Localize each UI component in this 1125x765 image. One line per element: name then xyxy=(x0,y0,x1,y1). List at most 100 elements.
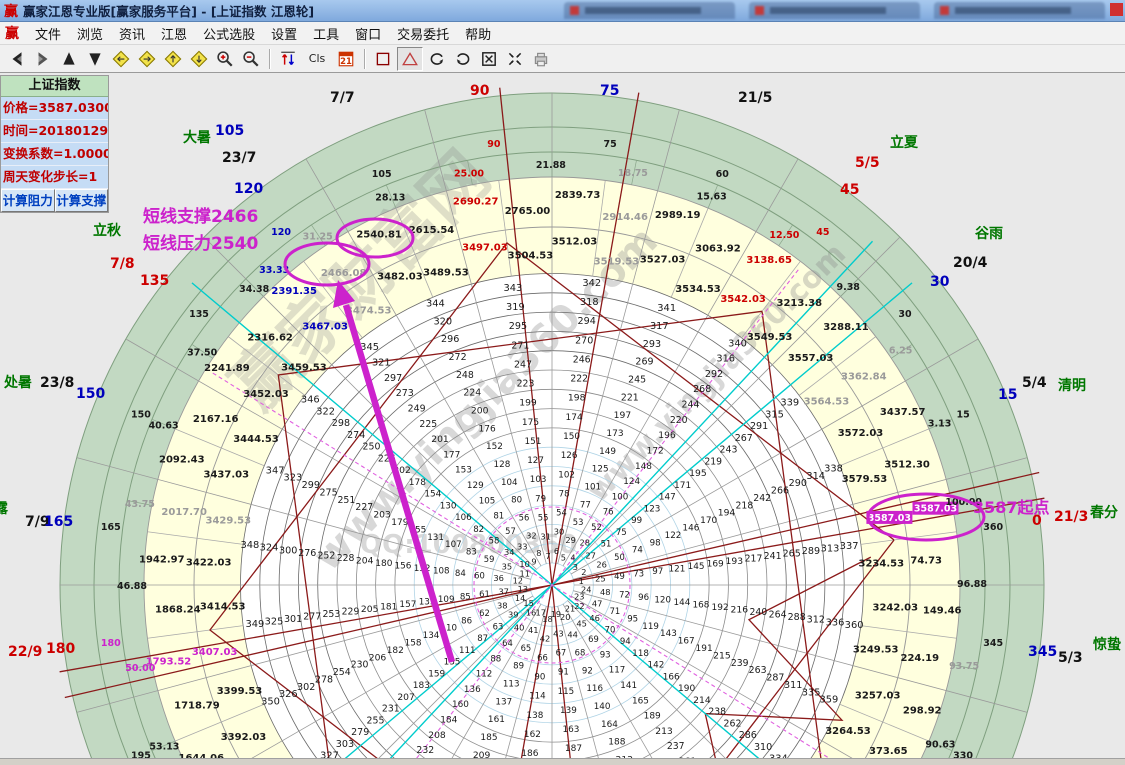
menu-item-9[interactable]: 帮助 xyxy=(457,26,499,45)
svg-text:343: 343 xyxy=(503,283,522,294)
svg-text:254: 254 xyxy=(333,667,351,678)
svg-text:152: 152 xyxy=(486,442,503,452)
horizontal-scrollbar[interactable] xyxy=(0,758,1125,765)
svg-text:298: 298 xyxy=(332,418,350,429)
svg-text:101: 101 xyxy=(585,482,602,492)
svg-text:18.75: 18.75 xyxy=(618,168,648,179)
svg-text:154: 154 xyxy=(424,490,441,500)
zoom-in-button[interactable] xyxy=(213,48,237,70)
panel-field-1: 时间=20180129 xyxy=(1,120,108,143)
svg-text:37.50: 37.50 xyxy=(187,348,217,359)
svg-text:15: 15 xyxy=(956,410,969,421)
draw-square-button[interactable] xyxy=(371,48,395,70)
rotate-ccw-icon xyxy=(454,50,472,68)
svg-text:75: 75 xyxy=(616,528,627,538)
triangle-down-button[interactable] xyxy=(83,48,107,70)
svg-text:10: 10 xyxy=(519,559,529,569)
svg-text:27: 27 xyxy=(585,550,596,560)
svg-text:341: 341 xyxy=(657,303,676,314)
svg-text:123: 123 xyxy=(644,504,661,514)
box-select-button[interactable] xyxy=(477,48,501,70)
calc-resistance-button[interactable]: 计算阻力 xyxy=(1,189,55,212)
svg-text:113: 113 xyxy=(503,680,520,690)
calendar-button[interactable]: 21 xyxy=(334,48,358,70)
center-button[interactable] xyxy=(503,48,527,70)
close-icon[interactable] xyxy=(1110,3,1123,16)
menu-item-0[interactable]: 文件 xyxy=(27,26,69,45)
svg-text:346: 346 xyxy=(301,395,320,406)
svg-text:178: 178 xyxy=(409,478,426,488)
svg-text:127: 127 xyxy=(527,456,544,466)
svg-text:40: 40 xyxy=(514,623,525,633)
svg-text:238: 238 xyxy=(708,707,726,718)
menu-item-4[interactable]: 公式选股 xyxy=(195,26,263,45)
pan-right-button[interactable] xyxy=(135,48,159,70)
cls-button[interactable]: Cls xyxy=(302,48,332,70)
svg-text:22: 22 xyxy=(574,601,584,611)
svg-text:3414.53: 3414.53 xyxy=(200,602,246,613)
svg-text:100: 100 xyxy=(612,492,629,502)
svg-text:3482.03: 3482.03 xyxy=(377,272,423,283)
menu-item-1[interactable]: 浏览 xyxy=(69,26,111,45)
svg-text:3213.38: 3213.38 xyxy=(777,298,823,309)
svg-text:60: 60 xyxy=(474,571,485,581)
calc-support-button[interactable]: 计算支撑 xyxy=(55,189,109,212)
svg-text:232: 232 xyxy=(416,745,434,756)
nav-forward-button[interactable] xyxy=(31,48,55,70)
app-logo-icon: 赢 xyxy=(4,1,18,21)
gann-wheel-workspace: 赢家财富网www.yingjia360.comwww.yingjia360.co… xyxy=(0,73,1125,765)
svg-text:2989.19: 2989.19 xyxy=(655,210,701,221)
svg-text:21.88: 21.88 xyxy=(536,160,566,171)
pan-left-button[interactable] xyxy=(109,48,133,70)
rotate-ccw-button[interactable] xyxy=(451,48,475,70)
svg-text:3549.53: 3549.53 xyxy=(747,332,793,343)
svg-text:198: 198 xyxy=(568,393,586,404)
draw-triangle-button[interactable] xyxy=(397,47,423,71)
flip-vertical-button[interactable] xyxy=(276,48,300,70)
svg-text:115: 115 xyxy=(558,687,575,697)
svg-text:3138.65: 3138.65 xyxy=(746,255,792,266)
index-info-panel: 上证指数 价格=3587.0300时间=20180129变换系数=1.00000… xyxy=(0,75,109,213)
svg-text:126: 126 xyxy=(561,451,578,461)
svg-text:78: 78 xyxy=(559,489,570,499)
menu-item-5[interactable]: 设置 xyxy=(263,26,305,45)
menu-item-6[interactable]: 工具 xyxy=(305,26,347,45)
menu-item-3[interactable]: 江恩 xyxy=(153,26,195,45)
menu-item-7[interactable]: 窗口 xyxy=(347,26,389,45)
svg-text:338: 338 xyxy=(824,463,843,474)
svg-text:298.92: 298.92 xyxy=(903,706,942,717)
svg-text:150: 150 xyxy=(563,432,580,442)
zoom-out-button[interactable] xyxy=(239,48,263,70)
tri-up-icon xyxy=(60,50,78,68)
svg-text:1868.24: 1868.24 xyxy=(155,605,201,616)
svg-text:125: 125 xyxy=(592,465,609,475)
svg-text:98: 98 xyxy=(650,538,661,548)
triangle-up-button[interactable] xyxy=(57,48,81,70)
svg-text:108: 108 xyxy=(433,566,450,576)
svg-text:205: 205 xyxy=(361,604,379,615)
svg-text:2017.70: 2017.70 xyxy=(161,507,207,518)
gann-wheel[interactable]: 赢家财富网www.yingjia360.comwww.yingjia360.co… xyxy=(0,73,1125,765)
svg-text:37: 37 xyxy=(498,586,509,596)
svg-text:87: 87 xyxy=(477,634,488,644)
print-button[interactable] xyxy=(529,48,553,70)
pan-up-button[interactable] xyxy=(161,48,185,70)
rotate-cw-button[interactable] xyxy=(425,48,449,70)
svg-text:135: 135 xyxy=(189,309,209,320)
svg-text:153: 153 xyxy=(455,466,472,476)
svg-text:24: 24 xyxy=(581,585,591,595)
svg-text:3392.03: 3392.03 xyxy=(221,732,267,743)
menu-item-8[interactable]: 交易委托 xyxy=(389,26,457,45)
svg-text:15.63: 15.63 xyxy=(697,192,727,203)
svg-text:173: 173 xyxy=(606,429,623,439)
background-tab xyxy=(564,2,735,19)
svg-text:60: 60 xyxy=(716,169,730,180)
svg-text:168: 168 xyxy=(693,601,710,611)
svg-text:323: 323 xyxy=(284,473,303,484)
svg-text:105: 105 xyxy=(479,496,496,506)
nav-back-button[interactable] xyxy=(5,48,29,70)
svg-text:63: 63 xyxy=(493,622,504,632)
pan-down-button[interactable] xyxy=(187,48,211,70)
svg-text:53: 53 xyxy=(573,517,584,527)
menu-item-2[interactable]: 资讯 xyxy=(111,26,153,45)
